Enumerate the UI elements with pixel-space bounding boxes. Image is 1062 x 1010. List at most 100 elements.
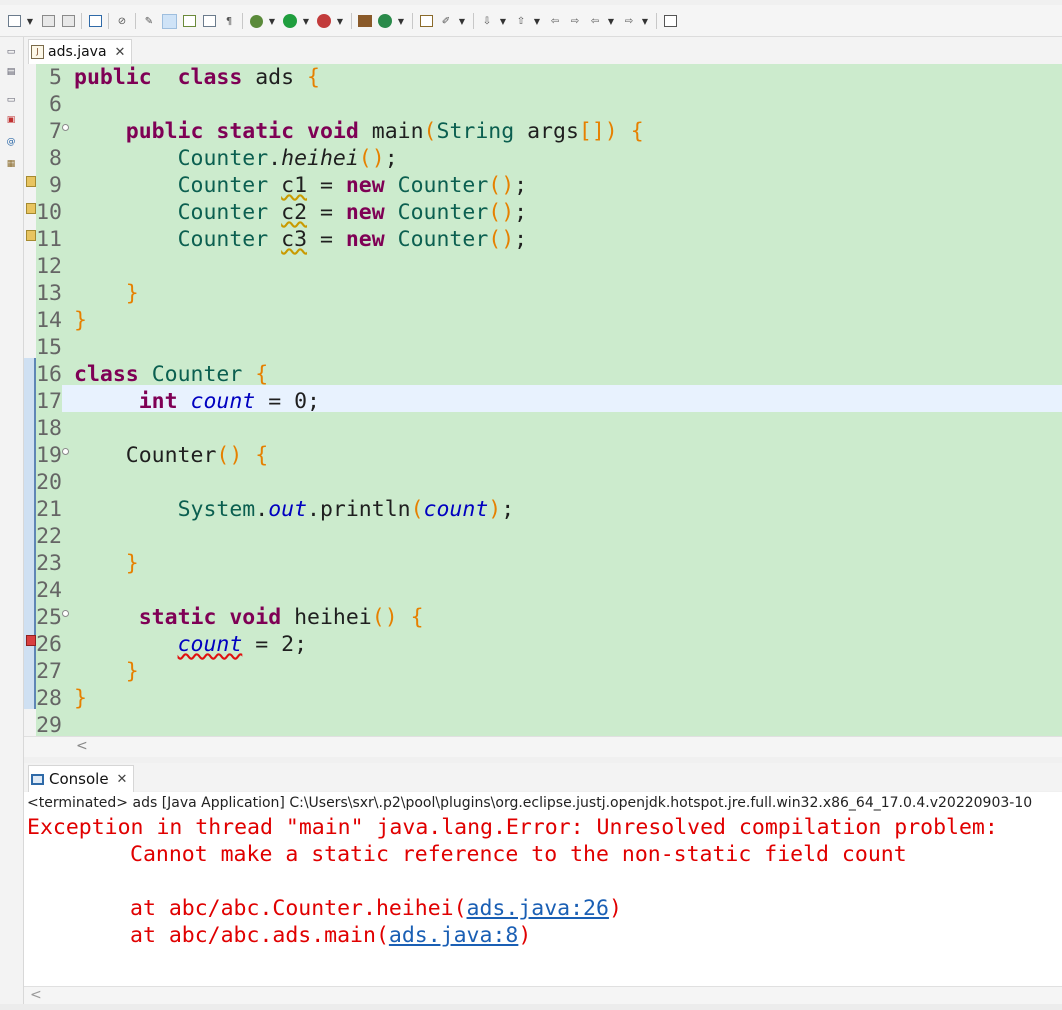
run-icon[interactable] bbox=[282, 13, 298, 29]
warning-marker-icon[interactable] bbox=[26, 176, 36, 187]
fold-toggle-icon[interactable] bbox=[62, 610, 69, 617]
line-number: 22 bbox=[36, 524, 62, 549]
code-token: static bbox=[138, 605, 217, 630]
scroll-left-icon[interactable]: < bbox=[76, 738, 88, 754]
code-editor[interactable]: 5 public class ads {6 7 public static void… bbox=[24, 64, 1062, 736]
code-token: } bbox=[125, 281, 139, 306]
tab-console[interactable]: Console ✕ bbox=[28, 765, 135, 792]
code-token: Counter bbox=[177, 200, 269, 225]
code-text: Counter c3 = new Counter(); bbox=[74, 226, 528, 253]
restore-icon[interactable]: ▭ bbox=[4, 93, 18, 106]
run-dropdown-icon[interactable]: ▼ bbox=[302, 13, 310, 29]
status-bar bbox=[0, 1004, 1062, 1010]
code-token: count bbox=[177, 632, 243, 657]
code-token: Counter bbox=[397, 200, 489, 225]
debug-icon[interactable] bbox=[248, 13, 264, 29]
java-file-icon: J bbox=[31, 45, 44, 59]
toggle-breadcrumb-icon[interactable] bbox=[181, 13, 197, 29]
next-annotation-icon[interactable]: ⇩ bbox=[479, 13, 495, 29]
previous-annotation-dropdown-icon[interactable]: ▼ bbox=[533, 13, 541, 29]
next-annotation-dropdown-icon[interactable]: ▼ bbox=[499, 13, 507, 29]
stack-trace-link[interactable]: ads.java:26 bbox=[467, 896, 609, 921]
scroll-left-icon[interactable]: < bbox=[30, 987, 42, 1003]
search-dropdown-icon[interactable]: ▼ bbox=[458, 13, 466, 29]
editor-horizontal-scrollbar[interactable]: < bbox=[24, 736, 1062, 757]
coverage-icon[interactable] bbox=[316, 13, 332, 29]
code-token: Counter bbox=[177, 173, 269, 198]
search-icon[interactable]: ✐ bbox=[438, 13, 454, 29]
fold-toggle-icon[interactable] bbox=[62, 124, 69, 131]
last-edit-icon[interactable]: ⇦ bbox=[547, 13, 563, 29]
open-type-icon[interactable]: ✎ bbox=[141, 13, 157, 29]
code-token: ; bbox=[514, 227, 528, 252]
console-error-message: Cannot make a static reference to the no… bbox=[130, 842, 907, 867]
terminal-icon[interactable] bbox=[87, 13, 103, 29]
restore-icon[interactable]: ▭ bbox=[4, 45, 18, 58]
toggle-block-selection-icon[interactable] bbox=[201, 13, 217, 29]
console-stack-line: at abc/abc.ads.main(ads.java:8) bbox=[27, 922, 531, 949]
show-whitespace-icon[interactable]: ¶ bbox=[221, 13, 237, 29]
code-text: count = 2; bbox=[74, 631, 307, 658]
console-error-line: Exception in thread "main" java.lang.Err… bbox=[27, 815, 1011, 840]
console-horizontal-scrollbar[interactable]: < bbox=[24, 986, 1062, 1005]
code-token: Counter bbox=[177, 227, 269, 252]
warning-marker-icon[interactable] bbox=[26, 203, 36, 214]
code-token: public bbox=[74, 65, 152, 90]
error-marker-icon[interactable] bbox=[26, 635, 36, 646]
new-wizard-icon[interactable] bbox=[6, 13, 22, 29]
stack-trace-link[interactable]: ads.java:8 bbox=[389, 923, 518, 948]
code-text: System.out.println(count); bbox=[74, 496, 515, 523]
toggle-highlight-icon[interactable] bbox=[161, 13, 177, 29]
problems-icon[interactable]: ▣ bbox=[4, 113, 18, 126]
back-icon[interactable]: ⇦ bbox=[587, 13, 603, 29]
stack-suffix: ) bbox=[518, 923, 532, 948]
console-tab-label: Console bbox=[49, 770, 109, 788]
close-icon[interactable]: ✕ bbox=[117, 772, 128, 787]
code-token: void bbox=[307, 119, 359, 144]
line-number: 11 bbox=[36, 227, 62, 252]
debug-dropdown-icon[interactable]: ▼ bbox=[268, 13, 276, 29]
warning-marker-icon[interactable] bbox=[26, 230, 36, 241]
line-number: 29 bbox=[36, 713, 62, 736]
close-icon[interactable]: ✕ bbox=[115, 45, 126, 60]
code-token: { bbox=[255, 443, 269, 468]
save-all-icon[interactable] bbox=[60, 13, 76, 29]
new-dropdown-icon[interactable]: ▼ bbox=[26, 13, 34, 29]
code-text: } bbox=[74, 550, 139, 577]
new-class-icon[interactable] bbox=[377, 13, 393, 29]
previous-annotation-icon[interactable]: ⇧ bbox=[513, 13, 529, 29]
line-number: 17 bbox=[36, 389, 62, 414]
code-token: c1 bbox=[281, 173, 308, 198]
open-task-icon[interactable] bbox=[418, 13, 434, 29]
left-trim-bar: ▭ ▤ ▭ ▣ @ ▦ bbox=[0, 37, 24, 1010]
line-number: 25 bbox=[36, 605, 62, 630]
pin-editor-icon[interactable] bbox=[662, 13, 678, 29]
last-edit-forward-icon[interactable]: ⇨ bbox=[567, 13, 583, 29]
package-explorer-icon[interactable]: ▤ bbox=[4, 65, 18, 78]
forward-dropdown-icon[interactable]: ▼ bbox=[641, 13, 649, 29]
code-text: class Counter { bbox=[74, 361, 268, 388]
save-icon[interactable] bbox=[40, 13, 56, 29]
code-token: ) bbox=[488, 497, 502, 522]
javadoc-icon[interactable]: @ bbox=[4, 135, 18, 148]
new-class-dropdown-icon[interactable]: ▼ bbox=[397, 13, 405, 29]
code-token: Counter bbox=[397, 227, 489, 252]
skip-breakpoints-icon[interactable]: ⊘ bbox=[114, 13, 130, 29]
fold-toggle-icon[interactable] bbox=[62, 448, 69, 455]
back-dropdown-icon[interactable]: ▼ bbox=[607, 13, 615, 29]
code-token: c2 bbox=[281, 200, 308, 225]
code-token: heihei bbox=[281, 146, 359, 171]
code-text: Counter.heihei(); bbox=[74, 145, 398, 172]
coverage-dropdown-icon[interactable]: ▼ bbox=[336, 13, 344, 29]
forward-icon[interactable]: ⇨ bbox=[621, 13, 637, 29]
declaration-icon[interactable]: ▦ bbox=[4, 157, 18, 170]
console-status-line: <terminated> ads [Java Application] C:\U… bbox=[24, 792, 1062, 814]
editor-tab-ads-java[interactable]: J ads.java ✕ bbox=[28, 39, 133, 64]
external-tools-icon[interactable] bbox=[357, 13, 373, 29]
console-output[interactable]: Exception in thread "main" java.lang.Err… bbox=[24, 814, 1062, 986]
